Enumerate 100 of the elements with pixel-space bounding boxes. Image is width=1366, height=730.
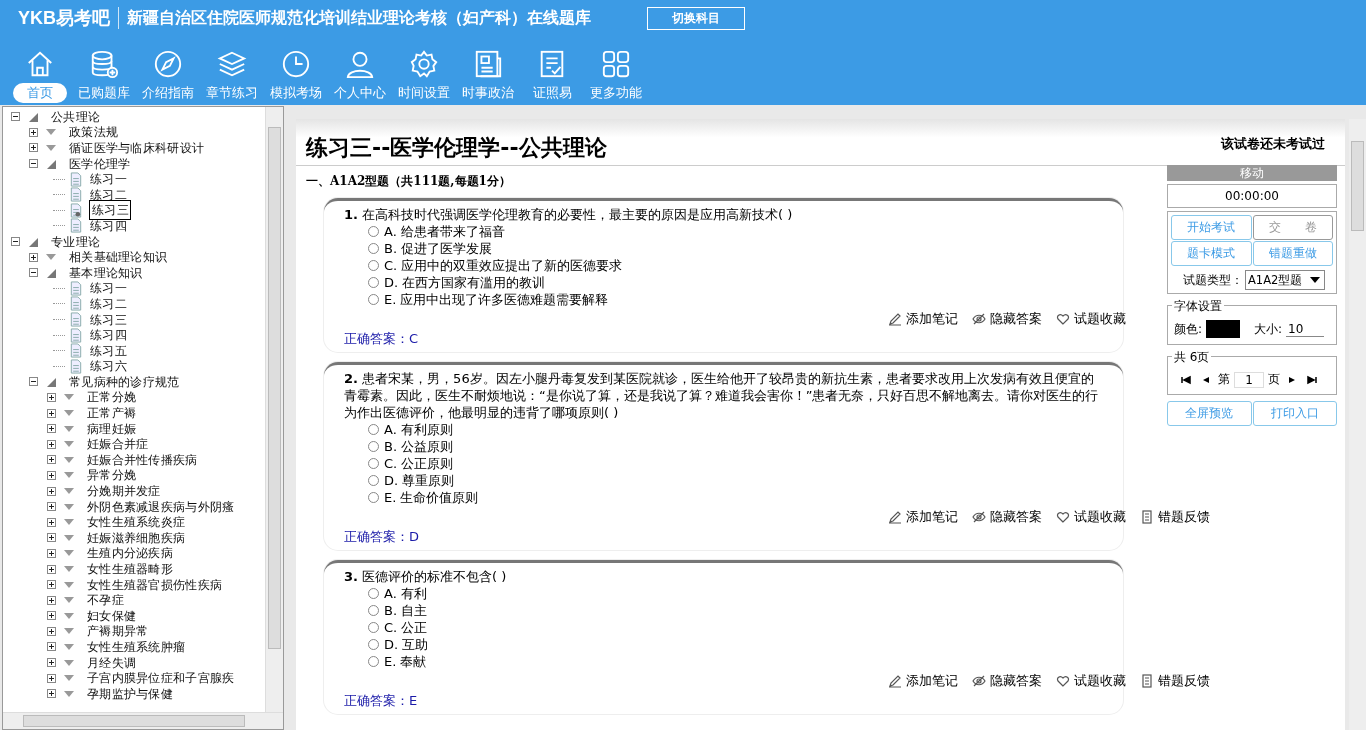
user-icon[interactable] xyxy=(345,49,375,79)
tree-item[interactable]: 练习二 xyxy=(89,187,128,202)
expand-icon[interactable] xyxy=(47,424,56,434)
option-label[interactable]: B. 公益原则 xyxy=(384,437,454,456)
tree-folder[interactable]: 产褥期异常 xyxy=(86,624,150,639)
scrollbar[interactable] xyxy=(265,107,283,712)
database-icon[interactable] xyxy=(89,49,119,79)
last-page-icon[interactable] xyxy=(1307,374,1317,385)
tree-item[interactable]: 练习六 xyxy=(89,359,128,374)
tree-folder[interactable]: 异常分娩 xyxy=(86,468,138,483)
next-page-icon[interactable] xyxy=(1287,374,1297,385)
tree-item[interactable]: 练习一 xyxy=(89,281,128,296)
tree-folder[interactable]: 病理妊娠 xyxy=(86,421,138,436)
option-label[interactable]: B. 促进了医学发展 xyxy=(384,239,493,258)
tree-folder[interactable]: 妊娠合并性传播疾病 xyxy=(86,452,199,467)
collapse-icon[interactable] xyxy=(29,159,38,169)
expand-icon[interactable] xyxy=(47,502,56,512)
action-link[interactable]: 添加笔记 xyxy=(906,508,958,526)
action-link[interactable]: 试题收藏 xyxy=(1074,672,1126,690)
page-field[interactable]: 1 xyxy=(1234,371,1264,388)
action-link[interactable]: 试题收藏 xyxy=(1074,310,1126,328)
tree-folder[interactable]: 女性生殖系统炎症 xyxy=(86,515,187,530)
action-link[interactable]: 错题反馈 xyxy=(1158,508,1210,526)
size-field[interactable]: 10 xyxy=(1286,321,1325,337)
expand-icon[interactable] xyxy=(29,127,38,137)
newspaper-icon[interactable] xyxy=(473,49,503,79)
tree-item[interactable]: 练习三 xyxy=(89,312,128,327)
tree-folder[interactable]: 循证医学与临床科研设计 xyxy=(68,141,206,155)
expand-icon[interactable] xyxy=(47,595,56,605)
option-label[interactable]: E. 生命价值原则 xyxy=(384,488,479,507)
expand-icon[interactable] xyxy=(47,564,56,574)
tree-folder[interactable]: 女性生殖器官损伤性疾病 xyxy=(86,577,224,592)
tree-folder[interactable]: 妊娠滋养细胞疾病 xyxy=(86,530,187,545)
collapse-icon[interactable] xyxy=(29,268,38,278)
tree-folder[interactable]: 基本理论知识 xyxy=(68,265,144,280)
option-label[interactable]: A. 有利 xyxy=(384,584,427,603)
clock-icon[interactable] xyxy=(281,49,311,79)
expand-icon[interactable] xyxy=(47,580,56,590)
scrollbar[interactable] xyxy=(1349,119,1366,730)
tree-folder[interactable]: 正常分娩 xyxy=(86,390,138,405)
expand-icon[interactable] xyxy=(47,658,56,668)
first-page-icon[interactable] xyxy=(1181,374,1191,385)
tree-folder[interactable]: 分娩期并发症 xyxy=(86,484,162,499)
action-link[interactable]: 添加笔记 xyxy=(906,310,958,328)
collapse-icon[interactable] xyxy=(11,237,20,247)
option-label[interactable]: C. 公正 xyxy=(384,618,428,637)
option-label[interactable]: A. 有利原则 xyxy=(384,420,453,439)
option-label[interactable]: C. 应用中的双重效应提出了新的医德要求 xyxy=(384,256,623,275)
option-label[interactable]: C. 公正原则 xyxy=(384,454,454,473)
tree-folder[interactable]: 月经失调 xyxy=(86,655,138,670)
option-label[interactable]: D. 尊重原则 xyxy=(384,471,455,490)
expand-icon[interactable] xyxy=(47,470,56,480)
tree-folder[interactable]: 外阴色素减退疾病与外阴瘙 xyxy=(86,499,236,514)
tree-item[interactable]: 练习四 xyxy=(89,328,128,343)
tree-folder[interactable]: 女性生殖器畸形 xyxy=(86,562,175,576)
action-link[interactable]: 错题反馈 xyxy=(1158,672,1210,690)
previous-page-icon[interactable] xyxy=(1201,374,1211,385)
expand-icon[interactable] xyxy=(47,393,56,402)
color-swatch[interactable] xyxy=(1206,320,1241,338)
expand-icon[interactable] xyxy=(47,626,56,636)
tree-folder[interactable]: 子宫内膜异位症和子宫腺疾 xyxy=(86,671,236,686)
settings-icon[interactable] xyxy=(409,49,439,79)
expand-icon[interactable] xyxy=(47,439,56,449)
expand-icon[interactable] xyxy=(47,548,56,558)
action-link[interactable]: 试题收藏 xyxy=(1074,508,1126,526)
collapse-icon[interactable] xyxy=(11,112,20,122)
grid-icon[interactable] xyxy=(601,49,631,79)
option-label[interactable]: A. 给患者带来了福音 xyxy=(384,222,505,241)
compass-icon[interactable] xyxy=(153,49,183,79)
tree-folder[interactable]: 医学伦理学 xyxy=(68,156,132,171)
tree-item[interactable]: 练习四 xyxy=(89,218,128,233)
tree-item[interactable]: 练习五 xyxy=(89,343,128,358)
expand-icon[interactable] xyxy=(47,517,56,527)
tree-folder[interactable]: 妇女保健 xyxy=(86,608,138,623)
expand-icon[interactable] xyxy=(47,611,56,621)
option-label[interactable]: D. 互助 xyxy=(384,635,429,654)
tree-folder[interactable]: 正常产褥 xyxy=(86,406,138,421)
option-label[interactable]: D. 在西方国家有滥用的教训 xyxy=(384,273,546,292)
expand-icon[interactable] xyxy=(47,673,56,683)
tree-folder[interactable]: 不孕症 xyxy=(86,593,125,608)
action-link[interactable]: 隐藏答案 xyxy=(990,672,1042,690)
action-link[interactable]: 隐藏答案 xyxy=(990,508,1042,526)
type-dropdown[interactable]: A1A2型题 xyxy=(1245,270,1326,290)
tree-folder[interactable]: 专业理论 xyxy=(50,234,102,249)
tree-folder[interactable]: 生殖内分泌疾病 xyxy=(86,546,175,561)
expand-icon[interactable] xyxy=(29,143,38,153)
tree-folder[interactable]: 妊娠合并症 xyxy=(86,437,150,452)
option-label[interactable]: E. 应用中出现了许多医德难题需要解释 xyxy=(384,290,609,309)
collapse-icon[interactable] xyxy=(29,377,38,387)
option-label[interactable]: E. 奉献 xyxy=(384,652,427,671)
tree-item[interactable]: 练习一 xyxy=(89,172,128,187)
tree-folder[interactable]: 常见病种的诊疗规范 xyxy=(68,374,181,389)
expand-icon[interactable] xyxy=(47,642,56,652)
expand-icon[interactable] xyxy=(47,486,56,496)
option-label[interactable]: B. 自主 xyxy=(384,601,428,620)
expand-icon[interactable] xyxy=(47,455,56,465)
tree-folder[interactable]: 相关基础理论知识 xyxy=(68,250,169,265)
tree-item[interactable]: 练习三 xyxy=(89,200,131,221)
tree-folder[interactable]: 孕期监护与保健 xyxy=(86,686,175,701)
layers-icon[interactable] xyxy=(217,49,247,79)
